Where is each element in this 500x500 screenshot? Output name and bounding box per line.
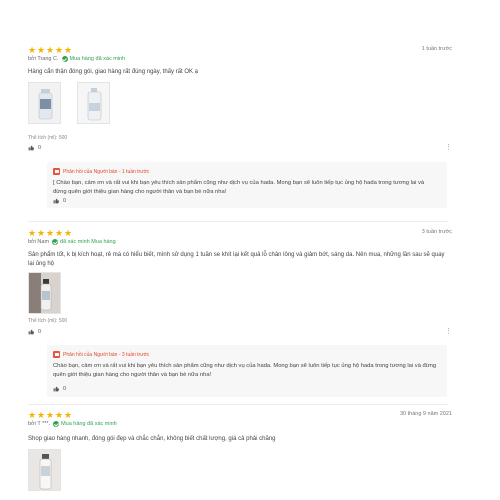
like-button[interactable]: 0	[53, 198, 66, 204]
review-photo[interactable]	[28, 82, 61, 124]
thumb-up-icon	[53, 198, 59, 204]
like-count: 0	[63, 386, 67, 392]
star-icon: ★	[64, 45, 73, 55]
review-photo[interactable]	[77, 82, 110, 124]
review-item: ★ ★ ★ ★ ★ 1 tuần trước bởi Trang C. Mua …	[0, 46, 500, 218]
review-date: 1 tuần trước	[421, 46, 452, 52]
star-icon: ★	[46, 45, 55, 55]
review-author: bởi Nam	[28, 239, 50, 245]
seller-reply-title: Phản hồi của Người bán - 1 tuần trước	[63, 168, 150, 175]
review-text: Sản phẩm tốt, k bị kích hoạt, rẻ mà có h…	[28, 252, 445, 267]
check-circle-icon	[53, 421, 60, 427]
variant-label: Thể tích (ml): 500	[28, 135, 68, 141]
shop-icon	[53, 351, 60, 358]
star-icon: ★	[64, 410, 73, 420]
seller-reply-header: Phản hồi của Người bán - 3 tuần trước	[53, 351, 149, 358]
review-text: Hàng cẩn thận đóng gói, giao hàng rất đú…	[28, 69, 199, 75]
like-button[interactable]: 0	[28, 145, 41, 151]
verified-label: đã xác minh Mua hàng	[60, 239, 116, 245]
seller-reply: Phản hồi của Người bán - 1 tuần trước [ …	[47, 162, 447, 208]
star-icon: ★	[37, 45, 46, 55]
star-icon: ★	[55, 410, 64, 420]
verified-badge: Mua hàng đã xác minh	[61, 56, 126, 62]
star-rating: ★ ★ ★ ★ ★	[28, 410, 73, 420]
star-icon: ★	[55, 45, 64, 55]
like-button[interactable]: 0	[53, 386, 66, 392]
review-date: 30 tháng 9 năm 2021	[400, 411, 452, 417]
review-author: bởi T ***.	[28, 421, 51, 427]
review-divider	[28, 404, 448, 405]
review-date: 3 tuần trước	[421, 229, 452, 235]
star-icon: ★	[37, 410, 46, 420]
seller-reply-text: Chào bạn, cảm ơn và rất vui khi bạn yêu …	[53, 363, 437, 378]
star-icon: ★	[28, 228, 37, 238]
star-rating: ★ ★ ★ ★ ★	[28, 45, 73, 55]
review-item: ★ ★ ★ ★ ★ 3 tuần trước bởi Nam đã xác mi…	[0, 229, 500, 401]
more-icon[interactable]: ⋮	[445, 143, 452, 151]
like-count: 0	[38, 145, 42, 151]
verified-label: Mua hàng đã xác minh	[69, 56, 126, 62]
thumb-up-icon	[53, 386, 59, 392]
review-byline: bởi Nam đã xác minh Mua hàng	[28, 239, 116, 245]
thumb-up-icon	[28, 145, 34, 151]
star-icon: ★	[37, 228, 46, 238]
shop-icon	[53, 168, 60, 175]
review-photo[interactable]	[28, 449, 61, 491]
verified-badge: đã xác minh Mua hàng	[52, 239, 116, 245]
star-icon: ★	[64, 228, 73, 238]
like-button[interactable]: 0	[28, 329, 41, 335]
review-author: bởi Trang C.	[28, 56, 59, 62]
review-divider	[28, 221, 448, 222]
check-circle-icon	[61, 56, 68, 62]
like-count: 0	[63, 198, 67, 204]
check-circle-icon	[52, 239, 59, 245]
verified-label: Mua hàng đã xác minh	[61, 421, 117, 427]
star-icon: ★	[28, 410, 37, 420]
seller-reply-title: Phản hồi của Người bán - 3 tuần trước	[63, 351, 150, 358]
review-text: Shop giao hàng nhanh, đóng gói đẹp và ch…	[28, 436, 276, 442]
review-byline: bởi Trang C. Mua hàng đã xác minh	[28, 56, 125, 62]
review-byline: bởi T ***. Mua hàng đã xác minh	[28, 421, 117, 427]
thumb-up-icon	[28, 329, 34, 335]
review-item: ★ ★ ★ ★ ★ 30 tháng 9 năm 2021 bởi T ***.…	[0, 411, 500, 500]
review-photo[interactable]	[28, 272, 61, 314]
star-icon: ★	[55, 228, 64, 238]
seller-reply-text: [ Chào bạn, cảm ơn và rất vui khi bạn yê…	[53, 180, 425, 195]
star-icon: ★	[46, 410, 55, 420]
seller-reply-header: Phản hồi của Người bán - 1 tuần trước	[53, 168, 149, 175]
verified-badge: Mua hàng đã xác minh	[53, 421, 117, 427]
star-icon: ★	[28, 45, 37, 55]
more-icon[interactable]: ⋮	[445, 327, 452, 335]
star-icon: ★	[46, 228, 55, 238]
seller-reply: Phản hồi của Người bán - 3 tuần trước Ch…	[47, 345, 447, 397]
star-rating: ★ ★ ★ ★ ★	[28, 228, 73, 238]
like-count: 0	[38, 329, 42, 335]
variant-label: Thể tích (ml): 500	[28, 318, 68, 324]
